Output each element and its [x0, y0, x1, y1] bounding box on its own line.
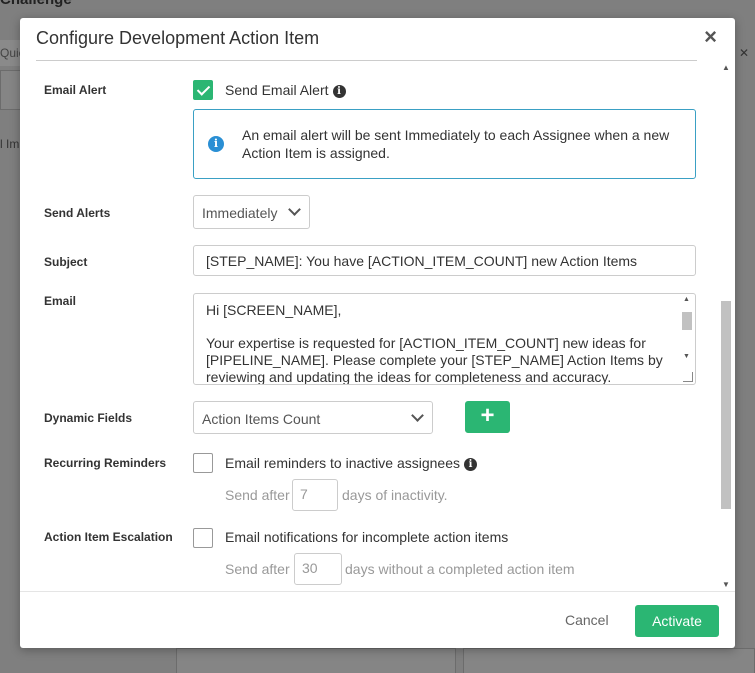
- reminder-days-input[interactable]: 7: [292, 479, 338, 511]
- send-email-alert-label-wrap: Send Email Alert i: [225, 82, 346, 98]
- dynamic-fields-value: Action Items Count: [202, 411, 321, 427]
- background-page-title: Challenge: [0, 0, 72, 8]
- scroll-up-icon[interactable]: ▲: [683, 296, 690, 303]
- background-tab: Quic: [0, 40, 22, 66]
- dynamic-fields-select[interactable]: Action Items Count: [193, 401, 433, 434]
- resize-grip-icon[interactable]: [683, 372, 693, 382]
- subject-input[interactable]: [STEP_NAME]: You have [ACTION_ITEM_COUNT…: [193, 245, 696, 276]
- dynamic-fields-label: Dynamic Fields: [44, 411, 133, 425]
- chevron-down-icon: [288, 203, 301, 216]
- background-card: [463, 648, 755, 673]
- background-close-icon: ✕: [738, 46, 749, 60]
- info-circle-icon: i: [208, 136, 224, 152]
- escalation-label: Action Item Escalation: [44, 530, 173, 544]
- modal-footer: Cancel Activate: [20, 591, 735, 648]
- email-body-textarea[interactable]: Hi [SCREEN_NAME], Your expertise is requ…: [193, 293, 696, 385]
- info-icon[interactable]: i: [464, 458, 477, 471]
- reminder-days-suffix: days of inactivity.: [342, 487, 448, 503]
- activate-button[interactable]: Activate: [635, 605, 719, 637]
- scroll-down-icon[interactable]: ▼: [722, 580, 730, 589]
- recurring-reminders-label: Recurring Reminders: [44, 456, 167, 470]
- reminder-send-after-text: Send after: [225, 487, 290, 503]
- escalation-checkbox-label: Email notifications for incomplete actio…: [225, 529, 509, 545]
- modal-title: Configure Development Action Item: [36, 28, 320, 48]
- send-alerts-value: Immediately: [202, 205, 278, 221]
- send-email-alert-label: Send Email Alert: [225, 82, 329, 98]
- add-dynamic-field-button[interactable]: +: [465, 401, 510, 433]
- scroll-down-icon[interactable]: ▼: [683, 353, 690, 360]
- send-email-alert-checkbox[interactable]: [193, 80, 213, 100]
- modal-scroll-thumb[interactable]: [721, 301, 731, 509]
- escalation-send-after-text: Send after: [225, 561, 290, 577]
- modal-body[interactable]: Email Alert Send Email Alert i i An email…: [20, 61, 735, 591]
- cancel-button[interactable]: Cancel: [565, 612, 609, 628]
- subject-label: Subject: [44, 255, 88, 269]
- email-alert-info-text: An email alert will be sent Immediately …: [242, 127, 670, 161]
- background-card: [176, 648, 456, 673]
- info-icon[interactable]: i: [332, 85, 346, 98]
- escalation-days-input[interactable]: 30: [294, 553, 342, 585]
- background-side-text: l Im: [0, 137, 20, 151]
- scroll-up-icon[interactable]: ▲: [722, 63, 730, 72]
- close-icon[interactable]: ×: [704, 26, 717, 48]
- email-body-line: Hi [SCREEN_NAME],: [206, 302, 342, 318]
- textarea-scroll-thumb[interactable]: [682, 312, 692, 330]
- configure-action-item-modal: Configure Development Action Item × Emai…: [20, 18, 735, 648]
- email-body-text: Hi [SCREEN_NAME], Your expertise is requ…: [206, 302, 666, 385]
- modal-scrollbar[interactable]: ▲ ▼: [719, 61, 733, 591]
- email-body-line: Your expertise is requested for [ACTION_…: [206, 335, 663, 385]
- send-alerts-label: Send Alerts: [44, 206, 111, 220]
- recurring-reminders-checkbox[interactable]: [193, 453, 213, 473]
- email-alert-info-box: i An email alert will be sent Immediatel…: [193, 109, 696, 179]
- chevron-down-icon: [411, 409, 424, 422]
- modal-header: Configure Development Action Item ×: [20, 18, 735, 61]
- email-label: Email: [44, 294, 77, 308]
- recurring-reminders-checkbox-label: Email reminders to inactive assignees: [225, 455, 460, 471]
- escalation-days-suffix: days without a completed action item: [345, 561, 575, 577]
- send-alerts-select[interactable]: Immediately: [193, 195, 310, 229]
- email-alert-label: Email Alert: [44, 83, 107, 97]
- recurring-reminders-label-wrap: Email reminders to inactive assignees i: [225, 455, 477, 471]
- textarea-scrollbar[interactable]: ▲ ▼: [681, 296, 693, 382]
- escalation-checkbox[interactable]: [193, 528, 213, 548]
